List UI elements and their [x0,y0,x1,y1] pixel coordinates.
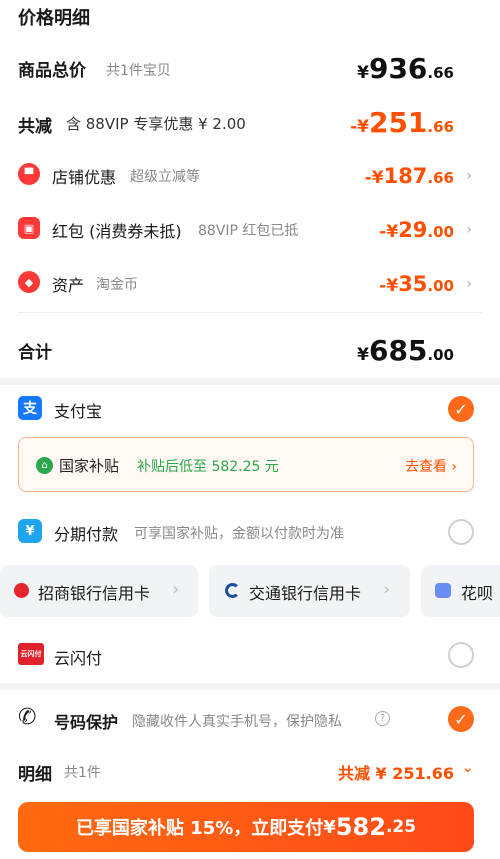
subsidy-desc: 补贴后低至 582.25 元 [137,459,279,475]
help-icon[interactable]: ? [375,711,390,726]
phone-protect-label: 号码保护 [54,713,119,732]
phone-protect-desc: 隐藏收件人真实手机号，保护隐私 [132,714,342,730]
chevron-right-icon: › [172,579,180,600]
huabei-logo-icon [435,583,451,598]
subsidy-view-link[interactable]: 去查看 › [405,456,457,476]
card-chip-cmb[interactable]: 招商银行信用卡 › [0,565,198,617]
vip-discount-note: 含 88VIP 专享优惠 ¥ 2.00 [66,115,246,133]
pay-now-button[interactable]: 已享国家补贴 15%，立即支付 ¥ 582 .25 [18,802,474,852]
assets-amount[interactable]: -¥35.00 [379,272,454,296]
unionpay-icon: 云闪付 [18,643,44,665]
alipay-check-icon[interactable]: ✓ [448,396,474,422]
chevron-down-icon[interactable]: ⌄ [461,758,474,776]
assets-note: 淘金币 [96,277,138,293]
chevron-right-icon: › [383,579,391,600]
pay-button-decimal: .25 [385,817,417,837]
pay-button-amount: 582 [335,813,386,841]
total-amount: ¥685.00 [357,334,454,367]
detail-label: 明细 [18,765,52,785]
chevron-right-icon[interactable]: › [466,168,472,184]
subsidy-label: 国家补贴 [59,457,120,475]
subsidy-banner[interactable]: ⌂ 国家补贴 补贴后低至 582.25 元 去查看 › [18,437,474,492]
installment-label[interactable]: 分期付款 [54,521,118,545]
unionpay-radio[interactable] [448,642,474,668]
installment-desc: 可享国家补贴，金额以付款时为准 [134,526,344,542]
assets-label: 资产 [52,276,85,295]
card-chip-bocom[interactable]: 交通银行信用卡 › [209,565,410,617]
goods-total-amount: ¥936.66 [357,52,454,85]
cmb-logo-icon [14,583,29,598]
chevron-right-icon[interactable]: › [466,222,472,238]
card-chip-label: 交通银行信用卡 [249,584,362,603]
total-reduce-label: 共减 [18,117,52,137]
alipay-icon: 支 [18,396,42,420]
chevron-right-icon[interactable]: › [466,276,472,292]
phone-icon: ✆ [18,705,37,730]
alipay-label[interactable]: 支付宝 [54,398,102,422]
coin-icon: ◆ [18,271,40,293]
phone-protect-check-icon[interactable]: ✓ [448,706,474,732]
installment-radio[interactable] [448,519,474,545]
divider [18,312,482,313]
bottom-card: ✆ 号码保护 隐藏收件人真实手机号，保护隐私 ? ✓ 明细 共1件 共减 ¥ 2… [0,690,500,859]
red-packet-note: 88VIP 红包已抵 [198,223,299,239]
goods-total-label: 商品总价 [18,61,86,81]
pay-button-text: 已享国家补贴 15%，立即支付 [75,818,324,839]
red-packet-amount[interactable]: -¥29.00 [379,218,454,242]
pay-button-yen: ¥ [323,816,336,838]
store-discount-label: 店铺优惠 [52,168,117,187]
red-packet-label: 红包 (消费券未抵) [52,222,182,241]
red-packet-icon: ▣ [18,217,40,239]
store-discount-amount[interactable]: -¥187.66 [365,164,454,188]
total-reduce-amount: -¥251.66 [350,106,454,139]
detail-reduce[interactable]: 共减 ¥ 251.66 [338,760,454,784]
store-discount-note: 超级立减等 [130,169,200,185]
card-chip-label: 花呗 [461,584,494,603]
total-label: 合计 [18,343,52,363]
unionpay-label[interactable]: 云闪付 [54,645,102,669]
installment-icon: ¥ [18,519,42,543]
card-chip-huabei[interactable]: 花呗 [421,565,500,617]
price-detail-card: 价格明细 商品总价 共1件宝贝 ¥936.66 共减 含 88VIP 专享优惠 … [0,0,500,378]
detail-count: 共1件 [64,765,101,781]
bocom-logo-icon [225,583,240,598]
store-icon: ▀ [18,163,40,185]
card-chip-label: 招商银行信用卡 [38,584,151,603]
page-title: 价格明细 [18,8,90,29]
subsidy-icon: ⌂ [36,457,53,474]
goods-count: 共1件宝贝 [106,63,171,79]
payment-methods-card: 支 支付宝 ✓ ⌂ 国家补贴 补贴后低至 582.25 元 去查看 › ¥ 分期… [0,385,500,683]
